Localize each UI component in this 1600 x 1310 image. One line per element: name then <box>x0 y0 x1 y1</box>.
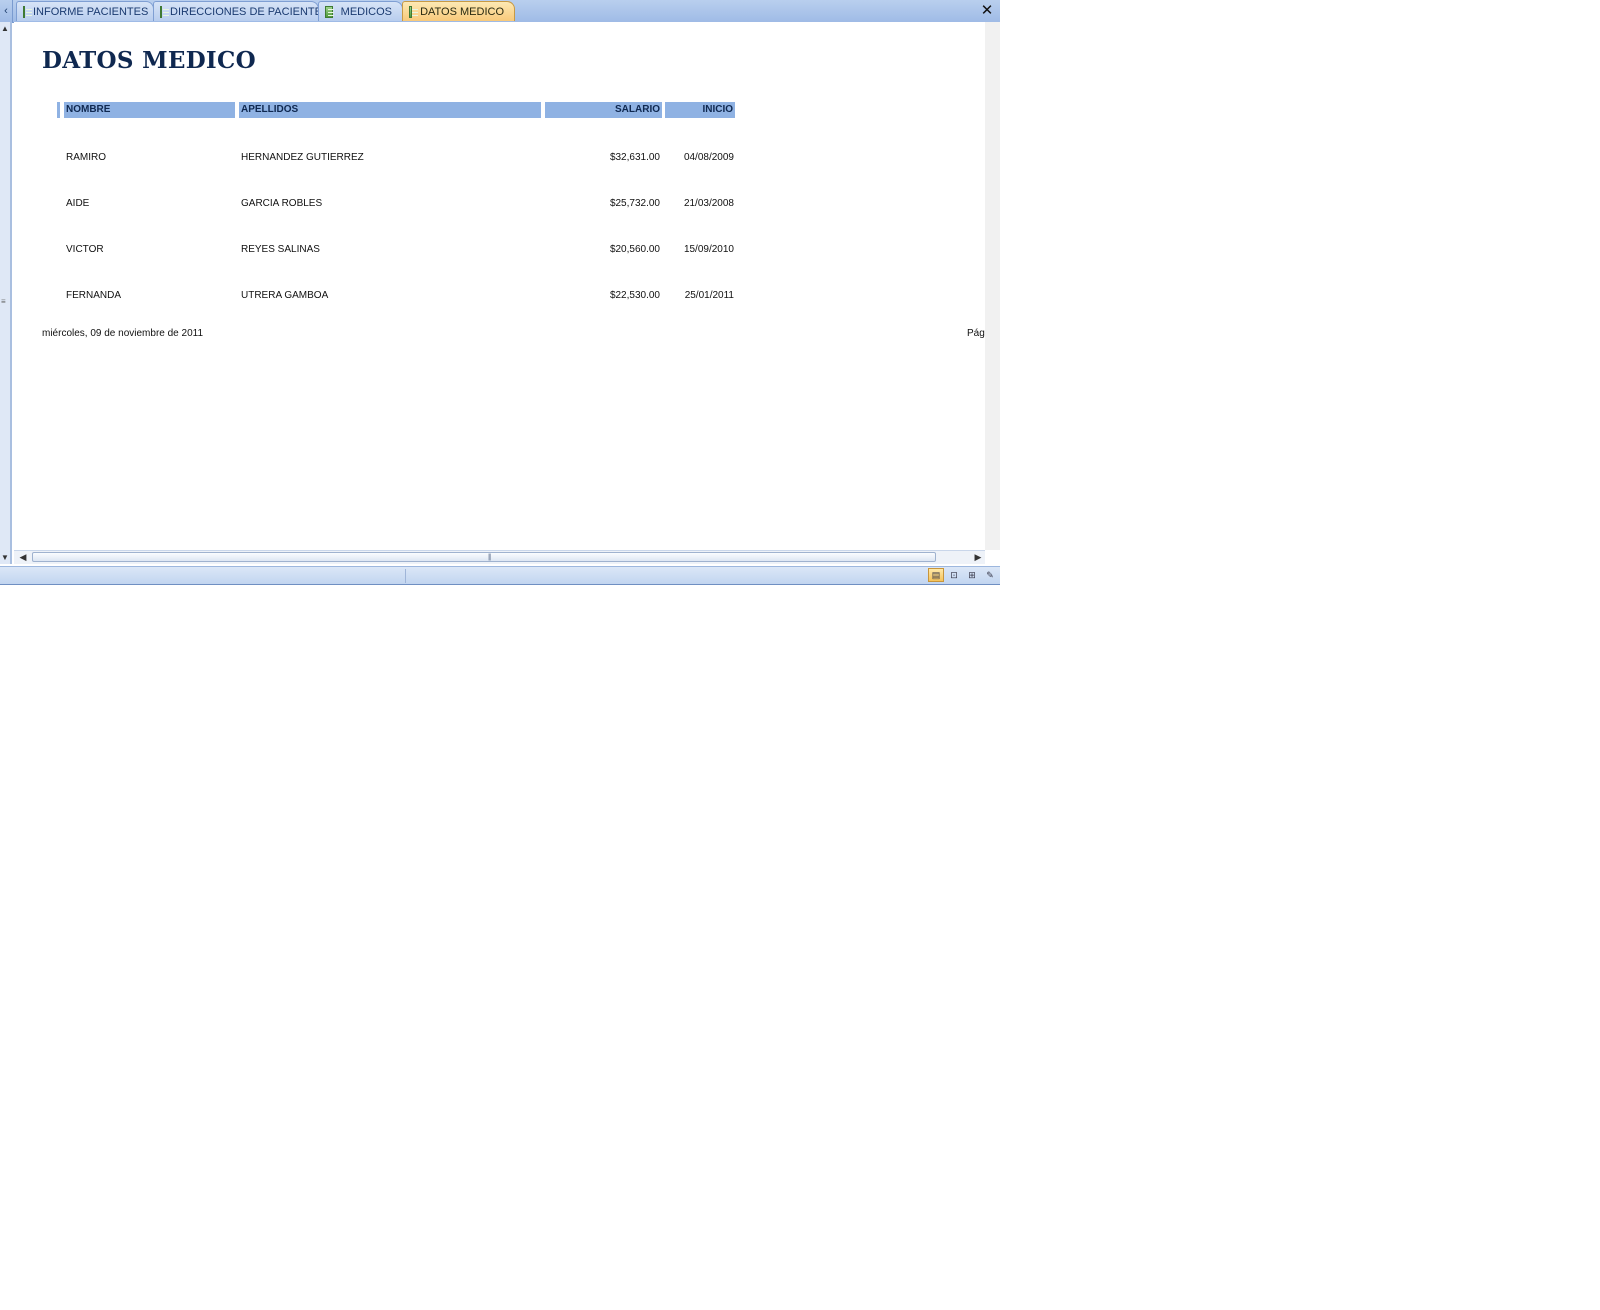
scroll-left-icon[interactable]: ◀ <box>16 551 30 564</box>
cell-apellidos: UTRERA GAMBOA <box>241 290 329 301</box>
tab-label: INFORME PACIENTES <box>33 5 149 18</box>
report-icon <box>160 5 169 18</box>
report-icon <box>23 5 32 18</box>
horizontal-scrollbar[interactable]: ◀ ||| ▶ <box>14 550 985 564</box>
report-view-icon[interactable]: ▤ <box>928 568 944 582</box>
cell-salario: $32,631.00 <box>609 152 660 163</box>
cell-inicio: 21/03/2008 <box>683 198 734 209</box>
cell-inicio: 04/08/2009 <box>683 152 734 163</box>
status-bar: ▤ ⊡ ⊞ ✎ <box>0 566 1000 585</box>
cell-nombre: RAMIRO <box>66 152 106 163</box>
close-icon[interactable]: ✕ <box>978 0 996 22</box>
report-page: DATOS MEDICO NOMBRE APELLIDOS SALARIO IN… <box>14 22 985 550</box>
scroll-up-icon[interactable]: ▲ <box>1 24 9 33</box>
cell-salario: $25,732.00 <box>609 198 660 209</box>
column-header-nombre: NOMBRE <box>64 102 235 118</box>
report-footer-date: miércoles, 09 de noviembre de 2011 <box>42 328 204 339</box>
scroll-grip-icon: ≡ <box>1 297 6 306</box>
report-footer-page: Pág <box>967 328 985 339</box>
print-preview-icon[interactable]: ⊡ <box>946 568 962 582</box>
tab-direcciones-de-pacientes[interactable]: DIRECCIONES DE PACIENTES <box>153 1 329 21</box>
scrollbar-thumb[interactable]: ||| <box>32 552 936 562</box>
cell-salario: $22,530.00 <box>609 290 660 301</box>
report-icon <box>325 5 334 18</box>
page-edge-strip <box>985 22 1000 550</box>
access-report-window: ‹ INFORME PACIENTES DIRECCIONES DE PACIE… <box>0 0 1000 585</box>
report-title: DATOS MEDICO <box>42 47 256 74</box>
layout-view-icon[interactable]: ⊞ <box>964 568 980 582</box>
cell-inicio: 25/01/2011 <box>684 290 734 301</box>
view-switcher: ▤ ⊡ ⊞ ✎ <box>926 568 998 582</box>
cell-apellidos: GARCIA ROBLES <box>241 198 323 209</box>
tab-label: DIRECCIONES DE PACIENTES <box>170 5 330 18</box>
cell-salario: $20,560.00 <box>609 244 660 255</box>
design-view-icon[interactable]: ✎ <box>982 568 998 582</box>
thumb-grip-icon: ||| <box>488 554 492 561</box>
vertical-scrollbar[interactable]: ▲ ≡ ▼ <box>0 22 12 564</box>
tab-label: DATOS MEDICO <box>420 5 504 18</box>
cell-inicio: 15/09/2010 <box>683 244 734 255</box>
status-separator <box>405 569 406 583</box>
header-row-marker <box>57 102 60 118</box>
tab-medicos[interactable]: MEDICOS <box>318 1 403 21</box>
cell-apellidos: HERNANDEZ GUTIERREZ <box>241 152 364 163</box>
tab-label: MEDICOS <box>340 5 392 18</box>
scroll-down-icon[interactable]: ▼ <box>1 553 9 562</box>
column-header-salario: SALARIO <box>545 102 662 118</box>
document-tab-strip: ‹ INFORME PACIENTES DIRECCIONES DE PACIE… <box>0 0 1000 23</box>
tab-scroll-left-icon[interactable]: ‹ <box>0 0 13 22</box>
tab-informe-pacientes[interactable]: INFORME PACIENTES <box>16 1 154 21</box>
cell-nombre: VICTOR <box>66 244 104 255</box>
column-header-apellidos: APELLIDOS <box>239 102 541 118</box>
scroll-right-icon[interactable]: ▶ <box>971 551 985 564</box>
column-header-inicio: INICIO <box>665 102 735 118</box>
cell-nombre: AIDE <box>66 198 90 209</box>
tab-datos-medico[interactable]: DATOS MEDICO <box>402 1 515 21</box>
cell-apellidos: REYES SALINAS <box>241 244 320 255</box>
cell-nombre: FERNANDA <box>66 290 122 301</box>
report-icon <box>409 5 419 18</box>
